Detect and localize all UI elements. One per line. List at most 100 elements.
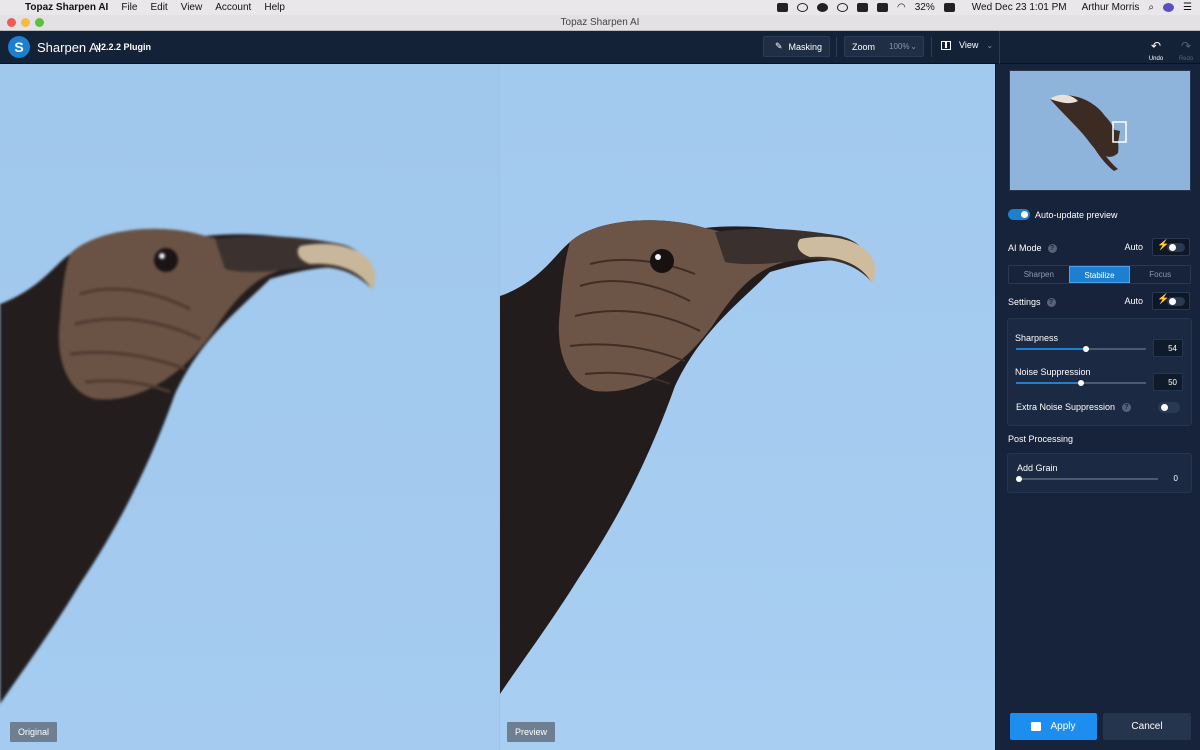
add-grain-label: Add Grain (1017, 463, 1058, 473)
chevron-down-icon: ⌄ (910, 42, 917, 51)
app-title: Sharpen AI (37, 40, 102, 55)
add-grain-slider[interactable] (1016, 476, 1158, 482)
close-window-icon[interactable] (7, 18, 16, 27)
creative-cloud-icon[interactable] (797, 3, 808, 12)
zoom-dropdown[interactable]: Zoom 100% ⌄ (844, 36, 924, 57)
view-label: View (959, 40, 979, 50)
minimize-window-icon[interactable] (21, 18, 30, 27)
masking-label: Masking (788, 41, 823, 52)
user-name[interactable]: Arthur Morris (1082, 2, 1140, 13)
help-icon[interactable]: ? (1122, 403, 1131, 412)
video-camera-icon[interactable] (777, 3, 788, 12)
toggle-switch (1167, 297, 1185, 306)
noise-suppression-slider[interactable] (1016, 380, 1146, 386)
menu-account[interactable]: Account (215, 2, 251, 13)
brush-icon: ✎ (775, 41, 783, 51)
s-status-icon[interactable] (817, 3, 828, 12)
noise-suppression-value[interactable]: 50 (1153, 373, 1183, 391)
toolbar-divider (931, 37, 932, 57)
menu-edit[interactable]: Edit (150, 2, 167, 13)
navigator-thumbnail[interactable] (1009, 70, 1191, 191)
c-status-icon[interactable] (837, 3, 848, 12)
extra-noise-suppression-toggle[interactable] (1158, 402, 1180, 413)
menu-view[interactable]: View (181, 2, 203, 13)
original-pane[interactable]: Original (0, 64, 499, 750)
preview-pane[interactable]: Preview (499, 64, 995, 750)
vulture-original-image (0, 228, 376, 705)
settings-row: Settings ? Auto ⚡ (1008, 292, 1190, 310)
app-toolbar: S Sharpen AI v2.2.2 Plugin ✎ Masking Zoo… (0, 31, 1200, 64)
split-view-icon (941, 40, 951, 50)
siri-icon[interactable] (1163, 3, 1175, 12)
menu-file[interactable]: File (121, 2, 137, 13)
battery-percent[interactable]: 32% (915, 2, 935, 13)
clock[interactable]: Wed Dec 23 1:01 PM (972, 2, 1067, 13)
redo-button[interactable]: ↷ Redo (1175, 37, 1197, 63)
settings-panel: Sharpness 54 Noise Suppression 50 Extra … (1007, 318, 1192, 426)
apply-button[interactable]: Apply (1010, 713, 1097, 740)
settings-auto-toggle[interactable]: ⚡ (1152, 292, 1190, 310)
ai-mode-auto-label: Auto (1124, 242, 1143, 252)
redo-label: Redo (1178, 56, 1194, 62)
mode-sharpen-tab[interactable]: Sharpen (1009, 266, 1069, 283)
mode-stabilize-tab[interactable]: Stabilize (1068, 266, 1131, 283)
slider-handle[interactable] (1016, 476, 1022, 482)
undo-label: Undo (1148, 56, 1164, 62)
settings-sidebar: Auto-update preview AI Mode ? Auto ⚡ Sha… (995, 64, 1200, 750)
settings-label: Settings (1008, 297, 1041, 307)
slider-handle[interactable] (1078, 380, 1084, 386)
undo-button[interactable]: ↶ Undo (1146, 37, 1166, 63)
settings-auto-label: Auto (1124, 296, 1143, 306)
macos-menubar: Topaz Sharpen AI File Edit View Account … (0, 0, 1200, 15)
checkbox-icon (1031, 722, 1042, 731)
slider-fill (1016, 348, 1087, 350)
original-label: Original (10, 722, 58, 742)
image-canvas[interactable]: Original Preview (0, 64, 995, 750)
spotlight-search-icon[interactable]: ⌕ (1148, 2, 1154, 13)
wifi-icon[interactable]: ◠ (897, 2, 906, 13)
app-version: v2.2.2 Plugin (96, 42, 152, 52)
help-icon[interactable]: ? (1046, 297, 1056, 307)
sharpness-slider[interactable] (1016, 346, 1146, 352)
add-grain-value: 0 (1173, 474, 1178, 483)
battery-icon[interactable] (943, 3, 955, 12)
noise-suppression-label: Noise Suppression (1015, 367, 1091, 377)
ai-mode-auto-toggle[interactable]: ⚡ (1152, 238, 1190, 256)
window-titlebar: Topaz Sharpen AI (0, 15, 1200, 31)
toolbar-divider (836, 37, 837, 57)
view-dropdown[interactable]: View ⌄ (941, 40, 993, 50)
ai-mode-row: AI Mode ? Auto ⚡ (1008, 238, 1190, 256)
mode-focus-tab[interactable]: Focus (1130, 266, 1190, 283)
post-processing-label: Post Processing (1008, 434, 1074, 444)
topaz-logo-icon: S (8, 36, 30, 58)
redo-icon: ↷ (1180, 39, 1192, 53)
auto-update-toggle[interactable] (1008, 209, 1030, 220)
extra-noise-suppression-label: Extra Noise Suppression (1016, 402, 1116, 412)
menu-help[interactable]: Help (264, 2, 285, 13)
ai-mode-selector: Sharpen Stabilize Focus (1008, 265, 1191, 284)
zoom-label: Zoom (852, 41, 876, 52)
auto-update-label: Auto-update preview (1035, 209, 1118, 220)
sharpness-label: Sharpness (1015, 333, 1059, 343)
sharpness-value[interactable]: 54 (1153, 339, 1183, 357)
slider-fill (1016, 382, 1081, 384)
help-icon[interactable]: ? (1047, 243, 1057, 253)
preview-label: Preview (507, 722, 556, 742)
ai-mode-label: AI Mode (1008, 243, 1042, 253)
toggle-switch (1167, 243, 1185, 252)
malwarebytes-icon[interactable] (857, 3, 868, 12)
undo-icon: ↶ (1150, 39, 1162, 53)
keyboard-input-icon[interactable] (877, 3, 888, 12)
vulture-preview-image (500, 220, 876, 694)
masking-button[interactable]: ✎ Masking (763, 36, 830, 57)
post-processing-panel: Add Grain 0 (1007, 453, 1192, 493)
window-title: Topaz Sharpen AI (560, 17, 640, 28)
zoom-window-icon[interactable] (35, 18, 44, 27)
control-center-icon[interactable]: ☰ (1183, 2, 1192, 13)
cancel-button[interactable]: Cancel (1103, 713, 1191, 740)
toolbar-divider (999, 31, 1000, 64)
auto-update-row: Auto-update preview (1008, 209, 1190, 220)
slider-handle[interactable] (1083, 346, 1090, 352)
eagle-thumbnail-image (1050, 94, 1127, 171)
menu-app-name[interactable]: Topaz Sharpen AI (25, 2, 108, 13)
